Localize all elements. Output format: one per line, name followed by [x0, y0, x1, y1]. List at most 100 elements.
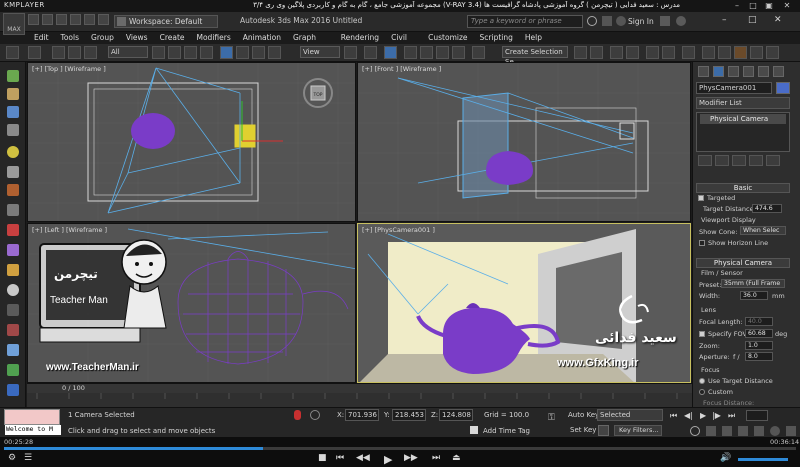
window-object-top[interactable] [234, 124, 256, 148]
viewport-top[interactable]: TOP [+] [Top ] [Wireframe ] [27, 62, 356, 222]
modifier-stack-item[interactable]: Physical Camera [700, 114, 786, 124]
save-icon[interactable] [56, 14, 67, 25]
unlink-icon[interactable] [68, 46, 81, 59]
bind-space-warp-icon[interactable] [84, 46, 97, 59]
basic-rollout-header[interactable]: Basic [696, 183, 790, 193]
menu-tools[interactable]: Tools [55, 32, 85, 44]
teapot-top[interactable] [131, 113, 175, 149]
max-close-icon[interactable]: ✕ [774, 15, 782, 25]
configure-modifier-icon[interactable] [766, 155, 780, 166]
viewport-front[interactable]: [+] [Front ] [Wireframe ] [357, 62, 691, 222]
vray-sphere-icon[interactable] [7, 184, 19, 196]
select-place-icon[interactable] [268, 46, 281, 59]
workspace-dropdown[interactable]: Workspace: Default [114, 15, 218, 28]
vray-clipper-icon[interactable] [7, 304, 19, 316]
target-distance-field[interactable]: 474.6 [752, 204, 782, 213]
aperture-field[interactable]: 8.0 [745, 352, 773, 361]
maximize-icon[interactable]: □ [746, 0, 760, 12]
key-set-dropdown[interactable]: Selected [597, 409, 663, 421]
user-icon[interactable] [616, 16, 626, 26]
video-volume-icon[interactable]: 🔊 [720, 453, 731, 463]
select-rotate-icon[interactable] [236, 46, 249, 59]
align-icon[interactable] [590, 46, 603, 59]
show-cone-dropdown[interactable]: When Selec [740, 226, 786, 235]
zoom-field[interactable]: 1.0 [745, 341, 773, 350]
auto-key-button[interactable]: Auto Key [568, 411, 599, 419]
menu-animation[interactable]: Animation [237, 32, 287, 44]
minimize-icon[interactable]: – [730, 0, 744, 12]
keyboard-shortcut-icon[interactable] [384, 46, 397, 59]
video-next-icon[interactable]: ⏭ [432, 453, 440, 463]
vray-plane-icon[interactable] [7, 204, 19, 216]
angle-snap-icon[interactable] [420, 46, 433, 59]
vray-displacement-icon[interactable] [7, 324, 19, 336]
select-by-name-icon[interactable] [168, 46, 181, 59]
sign-in-link[interactable]: Sign In [628, 17, 654, 26]
close-icon[interactable]: ✕ [780, 0, 794, 12]
camera-body-front[interactable] [619, 122, 635, 140]
physical-camera-rollout-header[interactable]: Physical Camera [696, 258, 790, 268]
preset-dropdown[interactable]: 35mm (Full Frame [721, 279, 785, 288]
menu-modifiers[interactable]: Modifiers [191, 32, 237, 44]
redo-tool-icon[interactable] [28, 46, 41, 59]
video-rewind-icon[interactable]: ◀◀ [356, 453, 370, 463]
menu-group[interactable]: Group [85, 32, 120, 44]
undo-tool-icon[interactable] [6, 46, 19, 59]
fullscreen-icon[interactable]: ▣ [762, 0, 776, 12]
vray-sun-icon[interactable] [7, 88, 19, 100]
rectangular-selection-icon[interactable] [184, 46, 197, 59]
help-icon[interactable] [676, 16, 686, 26]
make-unique-icon[interactable] [732, 155, 746, 166]
open-icon[interactable] [42, 14, 53, 25]
video-settings-icon[interactable]: ⚙ [8, 453, 16, 463]
orbit-icon[interactable] [770, 426, 780, 436]
named-selection-dropdown[interactable]: Create Selection Se [502, 46, 568, 66]
use-target-radio[interactable] [699, 378, 705, 384]
vray-sky-icon[interactable] [7, 284, 19, 296]
curve-editor-icon[interactable] [646, 46, 659, 59]
zoom-extents-icon[interactable] [722, 426, 732, 436]
vray-camera-icon[interactable] [7, 106, 19, 118]
add-time-tag[interactable]: Add Time Tag [483, 427, 530, 435]
viewport-front-label[interactable]: [+] [Front ] [Wireframe ] [362, 65, 441, 73]
menu-help[interactable]: Help [519, 32, 548, 44]
previous-frame-icon[interactable]: ◀| [684, 411, 693, 420]
schematic-view-icon[interactable] [662, 46, 675, 59]
x-coordinate-field[interactable]: 701.936 [345, 409, 379, 421]
rendered-frame-window-icon[interactable] [718, 46, 731, 59]
menu-customize[interactable]: Customize [422, 32, 473, 44]
viewport-top-label[interactable]: [+] [Top ] [Wireframe ] [32, 65, 106, 73]
utilities-tab-icon[interactable] [773, 66, 784, 77]
maxscript-listener[interactable] [4, 409, 60, 425]
render-setup-icon[interactable] [702, 46, 715, 59]
pivot-center-icon[interactable] [344, 46, 357, 59]
redo-icon[interactable] [84, 14, 95, 25]
object-name-field[interactable]: PhysCamera001 [696, 82, 772, 94]
key-mode-icon[interactable] [598, 425, 609, 436]
menu-scripting[interactable]: Scripting [474, 32, 519, 44]
infocenter-icon[interactable] [602, 16, 612, 26]
selection-filter-dropdown[interactable]: All [108, 46, 148, 58]
z-coordinate-field[interactable]: 124.808 [439, 409, 473, 421]
viewport-camera-label[interactable]: [+] [PhysCamera001 ] [362, 226, 435, 234]
vray-fur-icon[interactable] [7, 166, 19, 178]
focal-length-field[interactable]: 40.0 [745, 317, 773, 326]
select-scale-icon[interactable] [252, 46, 265, 59]
vray-material-icon[interactable] [7, 224, 19, 236]
lock-selection-icon[interactable] [294, 410, 301, 420]
video-play-icon[interactable]: ▶ [384, 453, 392, 466]
teapot-wireframe-left[interactable] [177, 251, 349, 365]
render-production-icon[interactable] [734, 46, 747, 59]
max-minimize-icon[interactable]: – [722, 15, 727, 25]
remove-modifier-icon[interactable] [749, 155, 763, 166]
maxscript-mini-listener[interactable]: Welcome to M [5, 425, 61, 435]
current-frame-field[interactable] [746, 410, 768, 421]
select-move-icon[interactable] [220, 46, 233, 59]
spinner-snap-icon[interactable] [452, 46, 465, 59]
play-icon[interactable]: ▶ [700, 411, 706, 420]
key-filters-button[interactable]: Key Filters... [614, 425, 662, 436]
specify-fov-checkbox[interactable] [699, 331, 705, 337]
modify-tab-icon[interactable] [713, 66, 724, 77]
snaps-toggle-icon[interactable] [404, 46, 417, 59]
width-field[interactable]: 36.0 [740, 291, 768, 300]
